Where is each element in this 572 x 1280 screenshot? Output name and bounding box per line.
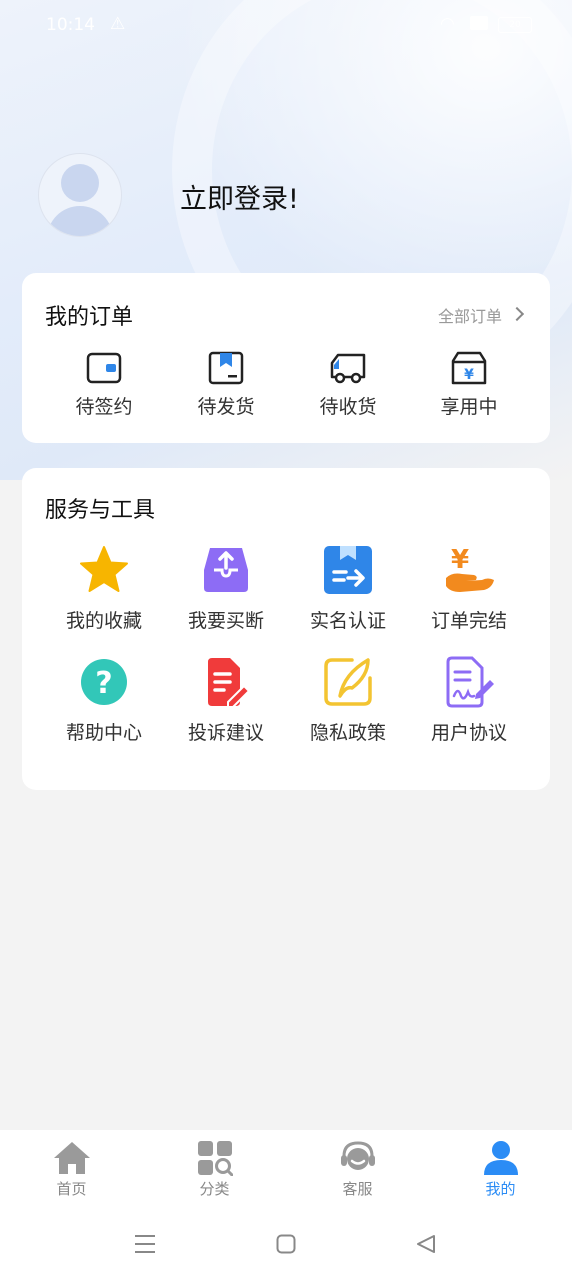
- star-icon: [80, 546, 128, 592]
- home-icon: [53, 1142, 90, 1174]
- person-icon: [483, 1141, 518, 1175]
- tab-category[interactable]: 分类: [143, 1130, 286, 1210]
- service-label: 实名认证: [309, 610, 386, 632]
- order-pending-sign[interactable]: 待签约: [44, 351, 164, 419]
- services-card: 服务与工具 我的收藏 我要买断 实名认证 ¥ 订单完结 ? 帮助中心 投诉建议 …: [22, 468, 550, 790]
- tab-mine[interactable]: 我的: [429, 1130, 572, 1210]
- wifi-icon: ◠: [440, 14, 455, 34]
- upload-tray-icon: [204, 548, 248, 592]
- status-time: 10:14: [46, 15, 95, 35]
- tab-customer-service[interactable]: 客服: [286, 1130, 429, 1210]
- order-pending-receive[interactable]: 待收货: [288, 351, 408, 419]
- system-nav-bar: [0, 1210, 572, 1280]
- avatar[interactable]: [38, 153, 122, 237]
- service-help[interactable]: ? 帮助中心: [44, 656, 164, 745]
- complaint-doc-icon: [208, 658, 251, 708]
- bottom-tab-bar: 首页 分类 客服 我的: [0, 1130, 572, 1210]
- sim-icon: [470, 16, 488, 30]
- signed-doc-icon: [446, 656, 494, 708]
- orders-card: 我的订单 全部订单 待签约 待发货 待收货 ¥ 享用中: [22, 273, 550, 443]
- headset-icon: [340, 1141, 375, 1170]
- service-verify[interactable]: 实名认证: [288, 544, 408, 633]
- service-label: 我的收藏: [65, 610, 142, 632]
- tab-label: 首页: [56, 1180, 87, 1198]
- chevron-right-icon: [509, 306, 525, 322]
- menu-icon[interactable]: [134, 1234, 156, 1254]
- quill-icon: [324, 658, 372, 706]
- truck-icon: [330, 353, 366, 384]
- yuan-box-icon: ¥: [451, 351, 487, 385]
- wallet-icon: [86, 352, 122, 384]
- orders-title: 我的订单: [45, 305, 134, 330]
- order-in-use[interactable]: ¥ 享用中: [409, 351, 529, 419]
- order-label: 待收货: [319, 396, 377, 418]
- svg-text:?: ?: [95, 666, 112, 701]
- home-square-icon[interactable]: [276, 1234, 296, 1254]
- tab-label: 我的: [485, 1180, 516, 1198]
- status-bar: 10:14 ⚠ ◠ 20: [0, 0, 572, 50]
- question-icon: ?: [81, 659, 127, 705]
- tab-home[interactable]: 首页: [0, 1130, 143, 1210]
- bookmark-box-icon: [208, 351, 244, 385]
- login-link[interactable]: 立即登录!: [180, 177, 299, 216]
- service-favorites[interactable]: 我的收藏: [44, 544, 164, 633]
- order-label: 待发货: [197, 396, 255, 418]
- service-complaint[interactable]: 投诉建议: [166, 656, 286, 745]
- service-order-complete[interactable]: ¥ 订单完结: [409, 544, 529, 633]
- service-agreement[interactable]: 用户协议: [409, 656, 529, 745]
- order-label: 享用中: [440, 396, 498, 418]
- svg-text:¥: ¥: [464, 367, 474, 383]
- id-box-icon: [324, 546, 372, 594]
- service-label: 用户协议: [430, 722, 507, 744]
- order-label: 待签约: [75, 396, 133, 418]
- tab-label: 分类: [199, 1180, 230, 1198]
- service-label: 投诉建议: [187, 722, 264, 744]
- battery-icon: 20: [498, 17, 532, 33]
- service-label: 订单完结: [430, 610, 507, 632]
- service-label: 隐私政策: [309, 722, 386, 744]
- service-privacy[interactable]: 隐私政策: [288, 656, 408, 745]
- service-label: 我要买断: [187, 610, 264, 632]
- back-triangle-icon[interactable]: [416, 1234, 436, 1254]
- svg-text:¥: ¥: [451, 545, 469, 575]
- service-label: 帮助中心: [65, 722, 142, 744]
- hand-yuan-icon: ¥: [446, 545, 494, 592]
- category-icon: [197, 1141, 233, 1176]
- order-pending-ship[interactable]: 待发货: [166, 351, 286, 419]
- all-orders-link[interactable]: 全部订单: [438, 303, 525, 327]
- service-buyout[interactable]: 我要买断: [166, 544, 286, 633]
- services-title: 服务与工具: [45, 498, 156, 523]
- warning-icon: ⚠: [110, 14, 126, 34]
- tab-label: 客服: [342, 1180, 373, 1198]
